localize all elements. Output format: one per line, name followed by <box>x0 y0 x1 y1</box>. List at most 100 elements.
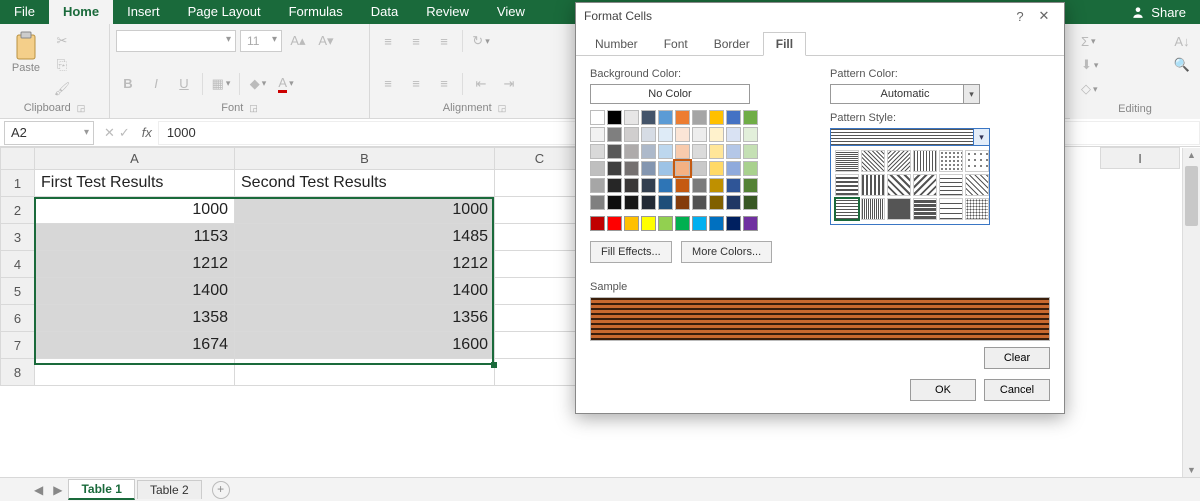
font-launcher[interactable]: ◲ <box>249 103 258 113</box>
color-swatch[interactable] <box>590 195 605 210</box>
color-swatch[interactable] <box>692 216 707 231</box>
dialog-help-button[interactable]: ? <box>1008 9 1032 24</box>
align-right-button[interactable]: ≡ <box>432 73 456 95</box>
color-swatch[interactable] <box>658 178 673 193</box>
pattern-swatch[interactable] <box>861 198 885 220</box>
color-swatch[interactable] <box>607 110 622 125</box>
pattern-swatch[interactable] <box>965 198 989 220</box>
tab-data[interactable]: Data <box>357 0 412 24</box>
tab-formulas[interactable]: Formulas <box>275 0 357 24</box>
color-swatch[interactable] <box>692 161 707 176</box>
tab-insert[interactable]: Insert <box>113 0 174 24</box>
tab-home[interactable]: Home <box>49 0 113 24</box>
sheet-nav-next[interactable]: ▶ <box>49 483 66 497</box>
color-swatch[interactable] <box>590 110 605 125</box>
col-header-b[interactable]: B <box>235 148 495 170</box>
cell-a5[interactable]: 1400 <box>35 278 235 305</box>
cell-a8[interactable] <box>35 359 235 386</box>
pattern-swatch[interactable] <box>835 150 859 172</box>
color-swatch[interactable] <box>607 178 622 193</box>
fill-effects-button[interactable]: Fill Effects... <box>590 241 672 263</box>
align-middle-button[interactable]: ≡ <box>404 30 428 52</box>
color-swatch[interactable] <box>743 161 758 176</box>
no-color-button[interactable]: No Color <box>590 84 750 104</box>
color-swatch[interactable] <box>743 178 758 193</box>
row-header-1[interactable]: 1 <box>1 170 35 197</box>
cancel-formula-button[interactable]: ✕ <box>104 125 115 141</box>
color-swatch[interactable] <box>624 216 639 231</box>
pattern-swatch[interactable] <box>913 198 937 220</box>
color-swatch[interactable] <box>675 144 690 159</box>
cell-b7[interactable]: 1600 <box>235 332 495 359</box>
pattern-swatch[interactable] <box>835 174 859 196</box>
col-header-i[interactable]: I <box>1100 147 1180 169</box>
borders-button[interactable]: ▦ <box>209 73 233 95</box>
cell-a2[interactable]: 1000 <box>35 197 235 224</box>
pattern-swatch[interactable] <box>913 150 937 172</box>
ok-button[interactable]: OK <box>910 379 976 401</box>
paste-button[interactable]: Paste <box>6 30 46 74</box>
color-swatch[interactable] <box>743 144 758 159</box>
color-swatch[interactable] <box>658 195 673 210</box>
pattern-swatch[interactable] <box>939 198 963 220</box>
cut-button[interactable]: ✂ <box>50 30 74 52</box>
color-swatch[interactable] <box>743 195 758 210</box>
color-swatch[interactable] <box>709 144 724 159</box>
color-swatch[interactable] <box>726 127 741 142</box>
pattern-swatch[interactable] <box>965 150 989 172</box>
alignment-launcher[interactable]: ◲ <box>498 103 507 113</box>
color-swatch[interactable] <box>743 216 758 231</box>
increase-font-button[interactable]: A▴ <box>286 30 310 52</box>
color-swatch[interactable] <box>641 144 656 159</box>
color-swatch[interactable] <box>692 195 707 210</box>
color-swatch[interactable] <box>692 144 707 159</box>
color-swatch[interactable] <box>709 127 724 142</box>
pattern-swatch[interactable] <box>861 174 885 196</box>
color-swatch[interactable] <box>624 127 639 142</box>
color-swatch[interactable] <box>743 110 758 125</box>
share-button[interactable]: Share <box>1117 0 1200 24</box>
cell-c3[interactable] <box>495 224 585 251</box>
font-name-combo[interactable] <box>116 30 236 52</box>
color-swatch[interactable] <box>675 178 690 193</box>
color-swatch[interactable] <box>709 110 724 125</box>
autosum-button[interactable]: Σ <box>1076 30 1101 52</box>
color-swatch[interactable] <box>590 161 605 176</box>
copy-button[interactable]: ⎘ <box>50 54 74 76</box>
cell-b3[interactable]: 1485 <box>235 224 495 251</box>
cell-c8[interactable] <box>495 359 585 386</box>
add-sheet-button[interactable]: + <box>212 481 230 499</box>
dialog-tab-font[interactable]: Font <box>651 32 701 56</box>
dialog-tab-number[interactable]: Number <box>582 32 651 56</box>
row-header-5[interactable]: 5 <box>1 278 35 305</box>
color-swatch[interactable] <box>692 110 707 125</box>
pattern-swatch[interactable] <box>835 198 859 220</box>
select-all-corner[interactable] <box>1 148 35 170</box>
cell-c5[interactable] <box>495 278 585 305</box>
color-swatch[interactable] <box>590 144 605 159</box>
font-size-combo[interactable]: 11 <box>240 30 282 52</box>
bold-button[interactable]: B <box>116 73 140 95</box>
color-swatch[interactable] <box>641 127 656 142</box>
row-header-3[interactable]: 3 <box>1 224 35 251</box>
color-swatch[interactable] <box>675 127 690 142</box>
tab-view[interactable]: View <box>483 0 539 24</box>
italic-button[interactable]: I <box>144 73 168 95</box>
clear-fill-button[interactable]: Clear <box>984 347 1050 369</box>
color-swatch[interactable] <box>607 195 622 210</box>
color-swatch[interactable] <box>726 195 741 210</box>
color-swatch[interactable] <box>590 216 605 231</box>
row-header-4[interactable]: 4 <box>1 251 35 278</box>
clear-button[interactable]: ◇ <box>1076 78 1103 100</box>
scroll-thumb[interactable] <box>1185 166 1198 226</box>
pattern-swatch[interactable] <box>965 174 989 196</box>
fill-button[interactable]: ⬇ <box>1076 54 1103 76</box>
row-header-8[interactable]: 8 <box>1 359 35 386</box>
pattern-swatch[interactable] <box>887 174 911 196</box>
color-swatch[interactable] <box>590 127 605 142</box>
color-swatch[interactable] <box>658 144 673 159</box>
more-colors-button[interactable]: More Colors... <box>681 241 772 263</box>
align-top-button[interactable]: ≡ <box>376 30 400 52</box>
color-swatch[interactable] <box>624 161 639 176</box>
color-swatch[interactable] <box>624 110 639 125</box>
